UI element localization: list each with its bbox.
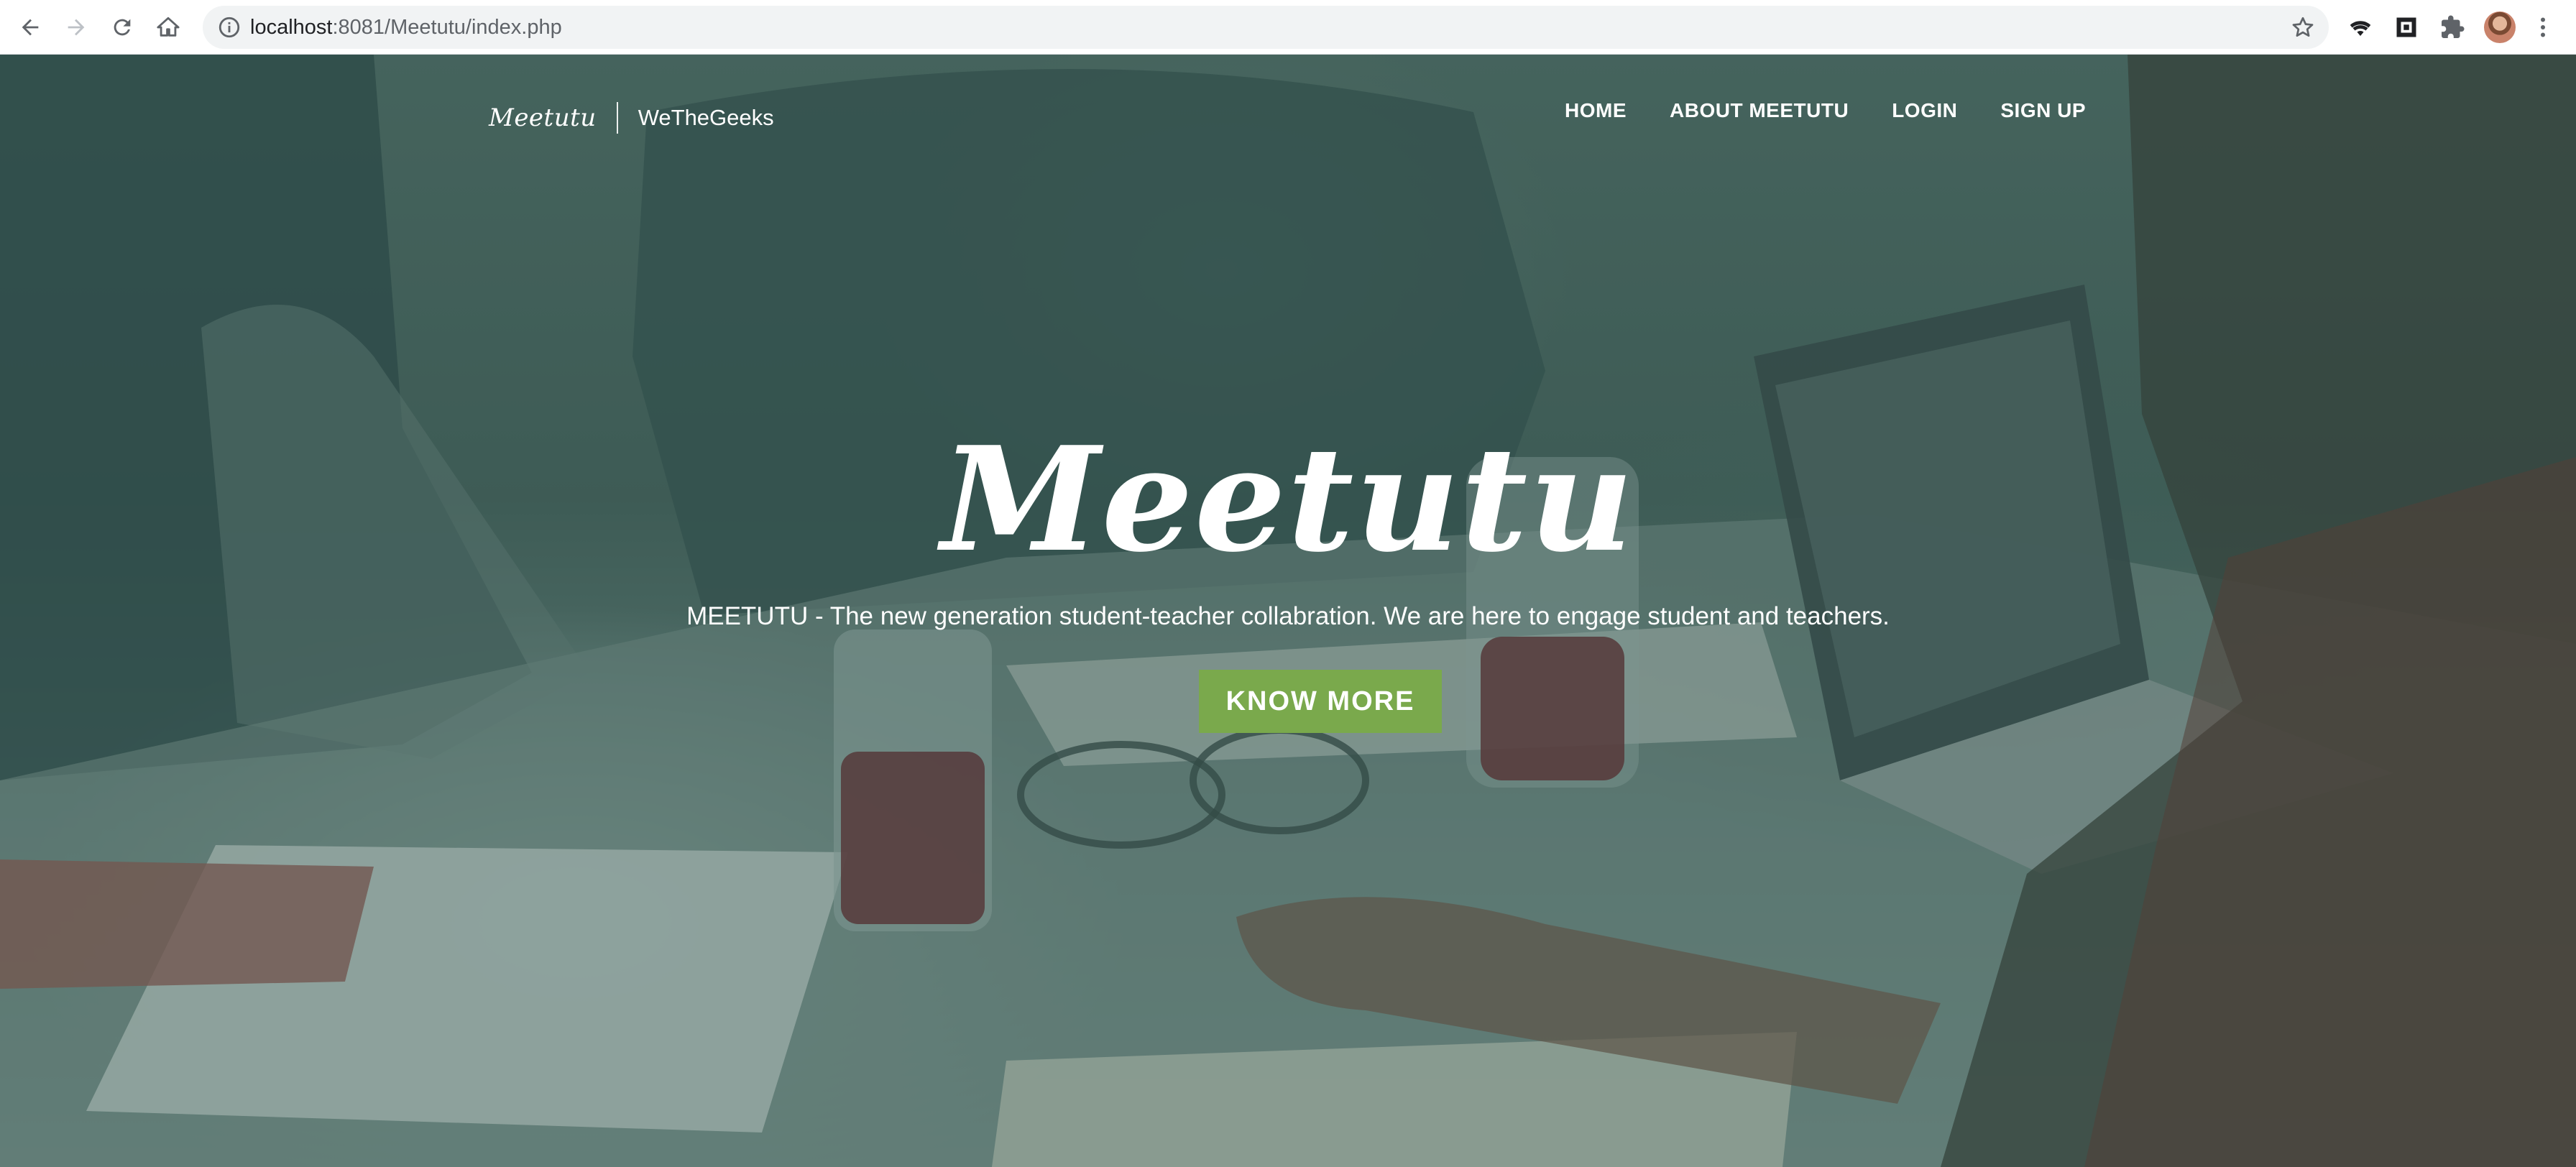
hero-section: Meetutu WeTheGeeks HOME ABOUT MEETUTU LO… bbox=[0, 55, 2576, 1167]
brand-divider bbox=[616, 102, 618, 134]
url-text: localhost:8081/Meetutu/index.php bbox=[250, 16, 562, 39]
url-host: localhost bbox=[250, 16, 333, 39]
nav-link-home[interactable]: HOME bbox=[1565, 99, 1627, 122]
profile-avatar[interactable] bbox=[2484, 11, 2516, 43]
navbar-brand[interactable]: Meetutu WeTheGeeks bbox=[489, 102, 774, 134]
know-more-button[interactable]: KNOW MORE bbox=[1199, 670, 1442, 733]
url-path: :8081/Meetutu/index.php bbox=[332, 16, 562, 39]
know-more-label: KNOW MORE bbox=[1225, 686, 1415, 716]
reload-button[interactable] bbox=[105, 10, 139, 45]
main-nav: HOME ABOUT MEETUTU LOGIN SIGN UP bbox=[1565, 99, 2086, 122]
arrow-right-icon bbox=[68, 19, 85, 36]
home-button[interactable] bbox=[151, 10, 185, 45]
home-icon bbox=[157, 17, 180, 37]
arrow-left-icon bbox=[22, 19, 39, 36]
info-icon[interactable] bbox=[217, 15, 242, 40]
brand-logo[interactable]: Meetutu bbox=[489, 103, 597, 132]
nav-link-about[interactable]: ABOUT MEETUTU bbox=[1670, 99, 1849, 122]
kebab-menu-icon bbox=[2541, 17, 2545, 37]
wifi-icon bbox=[2350, 21, 2371, 36]
frame-icon bbox=[2396, 17, 2416, 37]
browser-menu-button[interactable] bbox=[2529, 13, 2557, 42]
back-button[interactable] bbox=[13, 10, 47, 45]
reload-icon bbox=[114, 19, 131, 36]
browser-toolbar: localhost:8081/Meetutu/index.php bbox=[0, 0, 2576, 55]
extensions-button[interactable] bbox=[2438, 13, 2467, 42]
star-icon[interactable] bbox=[2290, 14, 2316, 40]
brand-name[interactable]: WeTheGeeks bbox=[638, 105, 774, 131]
hero-subtitle: MEETUTU - The new generation student-tea… bbox=[686, 602, 1890, 630]
nav-link-signup[interactable]: SIGN UP bbox=[2000, 99, 2086, 122]
hero-title: Meetutu bbox=[941, 415, 1635, 584]
wifi-status[interactable] bbox=[2346, 13, 2375, 42]
puzzle-icon bbox=[2442, 15, 2465, 38]
extension-frame-button[interactable] bbox=[2392, 13, 2421, 42]
address-bar[interactable]: localhost:8081/Meetutu/index.php bbox=[203, 6, 2329, 49]
nav-link-login[interactable]: LOGIN bbox=[1892, 99, 1957, 122]
forward-button[interactable] bbox=[59, 10, 93, 45]
